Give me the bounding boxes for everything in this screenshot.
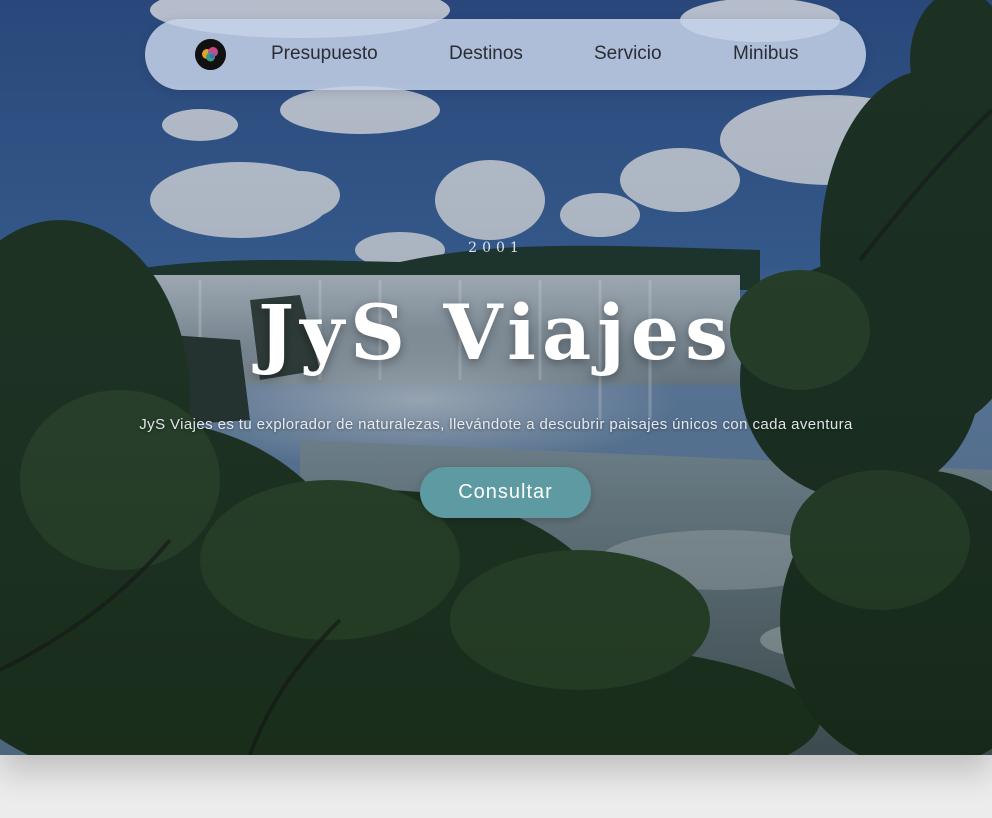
hero-title: JyS Viajes — [258, 288, 734, 377]
hero-section: Presupuesto Destinos Servicio Minibus 20… — [0, 0, 992, 755]
top-navbar: Presupuesto Destinos Servicio Minibus — [145, 19, 866, 90]
nav-link-minibus[interactable]: Minibus — [733, 43, 798, 65]
nav-link-destinos[interactable]: Destinos — [449, 43, 523, 65]
hero-subtitle: JyS Viajes es tu explorador de naturalez… — [139, 416, 853, 433]
hero-year: 2001 — [468, 240, 524, 256]
nav-link-servicio[interactable]: Servicio — [594, 43, 662, 65]
jys-logo-icon[interactable] — [195, 39, 226, 70]
nav-link-presupuesto[interactable]: Presupuesto — [271, 43, 378, 65]
hero-overlay — [0, 0, 992, 755]
consultar-button[interactable]: Consultar — [420, 467, 591, 518]
